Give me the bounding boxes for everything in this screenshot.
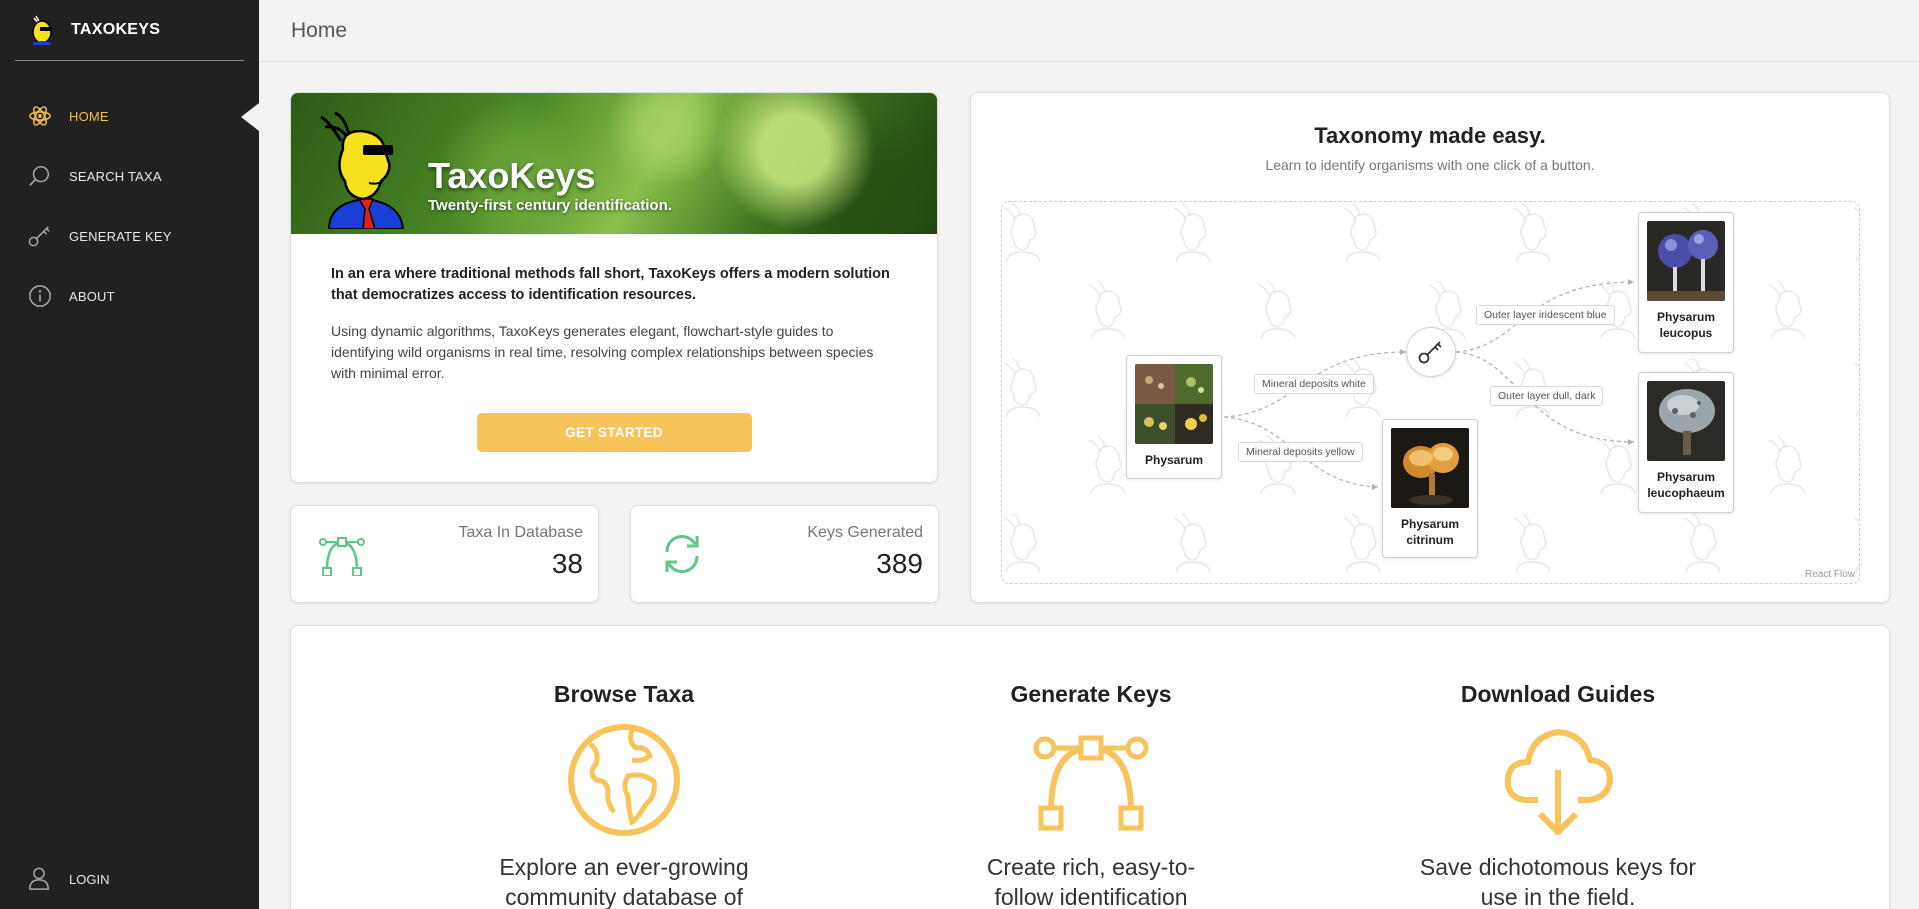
- flow-node-label: Physarum citrinum: [1400, 517, 1460, 547]
- sidebar-item-label: SEARCH TAXA: [69, 168, 162, 184]
- feature-download-guides: Download Guides Save dichotomous keys fo…: [1378, 681, 1738, 909]
- bezier-icon: [319, 537, 365, 576]
- hero-tagline: Twenty-first century identification.: [428, 197, 672, 214]
- flowchart-title: Taxonomy made easy.: [1314, 123, 1546, 148]
- user-icon: [27, 866, 53, 892]
- physarum-leucophaeum-photo: [1647, 381, 1725, 461]
- flow-node-label: Physarum leucophaeum: [1647, 470, 1725, 500]
- flow-node-label: Physarum: [1144, 453, 1204, 467]
- hero-banner: TaxoKeys Twenty-first century identifica…: [291, 93, 937, 234]
- flow-node-key[interactable]: [1406, 327, 1456, 377]
- physarum-photo: [1135, 364, 1213, 444]
- brand-title: TAXOKEYS: [71, 21, 161, 38]
- sidebar-item-label: GENERATE KEY: [69, 228, 172, 244]
- edge-label-mineral-white: Mineral deposits white: [1254, 374, 1374, 394]
- feature-generate-keys: Generate Keys Create rich, easy-to-follo…: [911, 681, 1271, 909]
- flow-node-label: Physarum leucopus: [1656, 310, 1716, 340]
- mascot-icon: [320, 111, 405, 229]
- key-icon: [1418, 341, 1442, 364]
- sidebar-item-generate-key[interactable]: GENERATE KEY: [0, 206, 259, 266]
- react-flow-attribution[interactable]: React Flow: [1805, 569, 1855, 580]
- sidebar-item-label: HOME: [69, 108, 109, 124]
- stat-value: 389: [876, 548, 923, 579]
- info-icon: [27, 283, 53, 309]
- feature-description: Create rich, easy-to-follow identificati…: [986, 854, 1196, 909]
- flow-node-physarum-leucophaeum[interactable]: Physarum leucophaeum: [1638, 372, 1734, 513]
- hero-title: TaxoKeys: [428, 155, 596, 196]
- hero-description: Using dynamic algorithms, TaxoKeys gener…: [331, 323, 874, 381]
- sidebar: TAXOKEYS HOME SEARCH TAXA GENERATE KEY A…: [0, 0, 259, 909]
- sidebar-nav: HOME SEARCH TAXA GENERATE KEY ABOUT: [0, 86, 259, 326]
- stat-value: 38: [551, 548, 583, 579]
- login-label: LOGIN: [69, 871, 110, 887]
- stat-keys-card: Keys Generated 389: [630, 505, 939, 603]
- hero-body: In an era where traditional methods fall…: [291, 234, 937, 452]
- mascot-logo-icon: [32, 15, 52, 45]
- hero-lead-text: In an era where traditional methods fall…: [331, 266, 890, 303]
- brand[interactable]: TAXOKEYS: [15, 0, 244, 61]
- feature-title: Download Guides: [1460, 681, 1656, 707]
- refresh-icon: [665, 534, 699, 574]
- features-card: Browse Taxa Explore an ever-growing comm…: [290, 625, 1890, 909]
- flow-node-physarum[interactable]: Physarum: [1126, 355, 1222, 479]
- cloud-download-icon: [1504, 729, 1613, 835]
- flowchart-subtitle: Learn to identify organisms with one cli…: [1265, 157, 1595, 173]
- stat-label: Taxa In Database: [458, 524, 583, 541]
- login-button[interactable]: LOGIN: [0, 859, 259, 899]
- bezier-icon: [1033, 735, 1149, 831]
- hero-card: TaxoKeys Twenty-first century identifica…: [290, 92, 938, 483]
- feature-browse-taxa: Browse Taxa Explore an ever-growing comm…: [444, 681, 804, 909]
- feature-title: Generate Keys: [1010, 681, 1172, 707]
- physarum-leucopus-photo: [1647, 221, 1725, 301]
- flowchart-card: Taxonomy made easy. Learn to identify or…: [970, 92, 1890, 603]
- feature-title: Browse Taxa: [553, 681, 695, 707]
- page-title: Home: [291, 18, 348, 42]
- search-icon: [27, 163, 53, 189]
- topbar: Home: [259, 0, 1919, 62]
- sidebar-item-label: ABOUT: [69, 288, 115, 304]
- globe-icon: [568, 724, 680, 836]
- stat-label: Keys Generated: [807, 524, 923, 541]
- get-started-button[interactable]: GET STARTED: [476, 413, 752, 452]
- stat-taxa-card: Taxa In Database 38: [290, 505, 599, 603]
- key-icon: [27, 223, 53, 249]
- sidebar-item-about[interactable]: ABOUT: [0, 266, 259, 326]
- physarum-citrinum-photo: [1391, 428, 1469, 508]
- sidebar-item-home[interactable]: HOME: [0, 86, 259, 146]
- edge-label-outer-dark: Outer layer dull, dark: [1490, 386, 1604, 406]
- flow-canvas[interactable]: Physarum Physarum citrinum Physarum leuc…: [1001, 201, 1860, 584]
- atom-icon: [27, 103, 53, 129]
- feature-description: Explore an ever-growing community databa…: [499, 854, 749, 909]
- flow-node-physarum-citrinum[interactable]: Physarum citrinum: [1382, 419, 1478, 558]
- flow-node-physarum-leucopus[interactable]: Physarum leucopus: [1638, 212, 1734, 353]
- edge-label-outer-blue: Outer layer iridescent blue: [1476, 305, 1615, 325]
- sidebar-item-search-taxa[interactable]: SEARCH TAXA: [0, 146, 259, 206]
- edge-label-mineral-yellow: Mineral deposits yellow: [1238, 442, 1363, 462]
- feature-description: Save dichotomous keys for use in the fie…: [1419, 854, 1697, 909]
